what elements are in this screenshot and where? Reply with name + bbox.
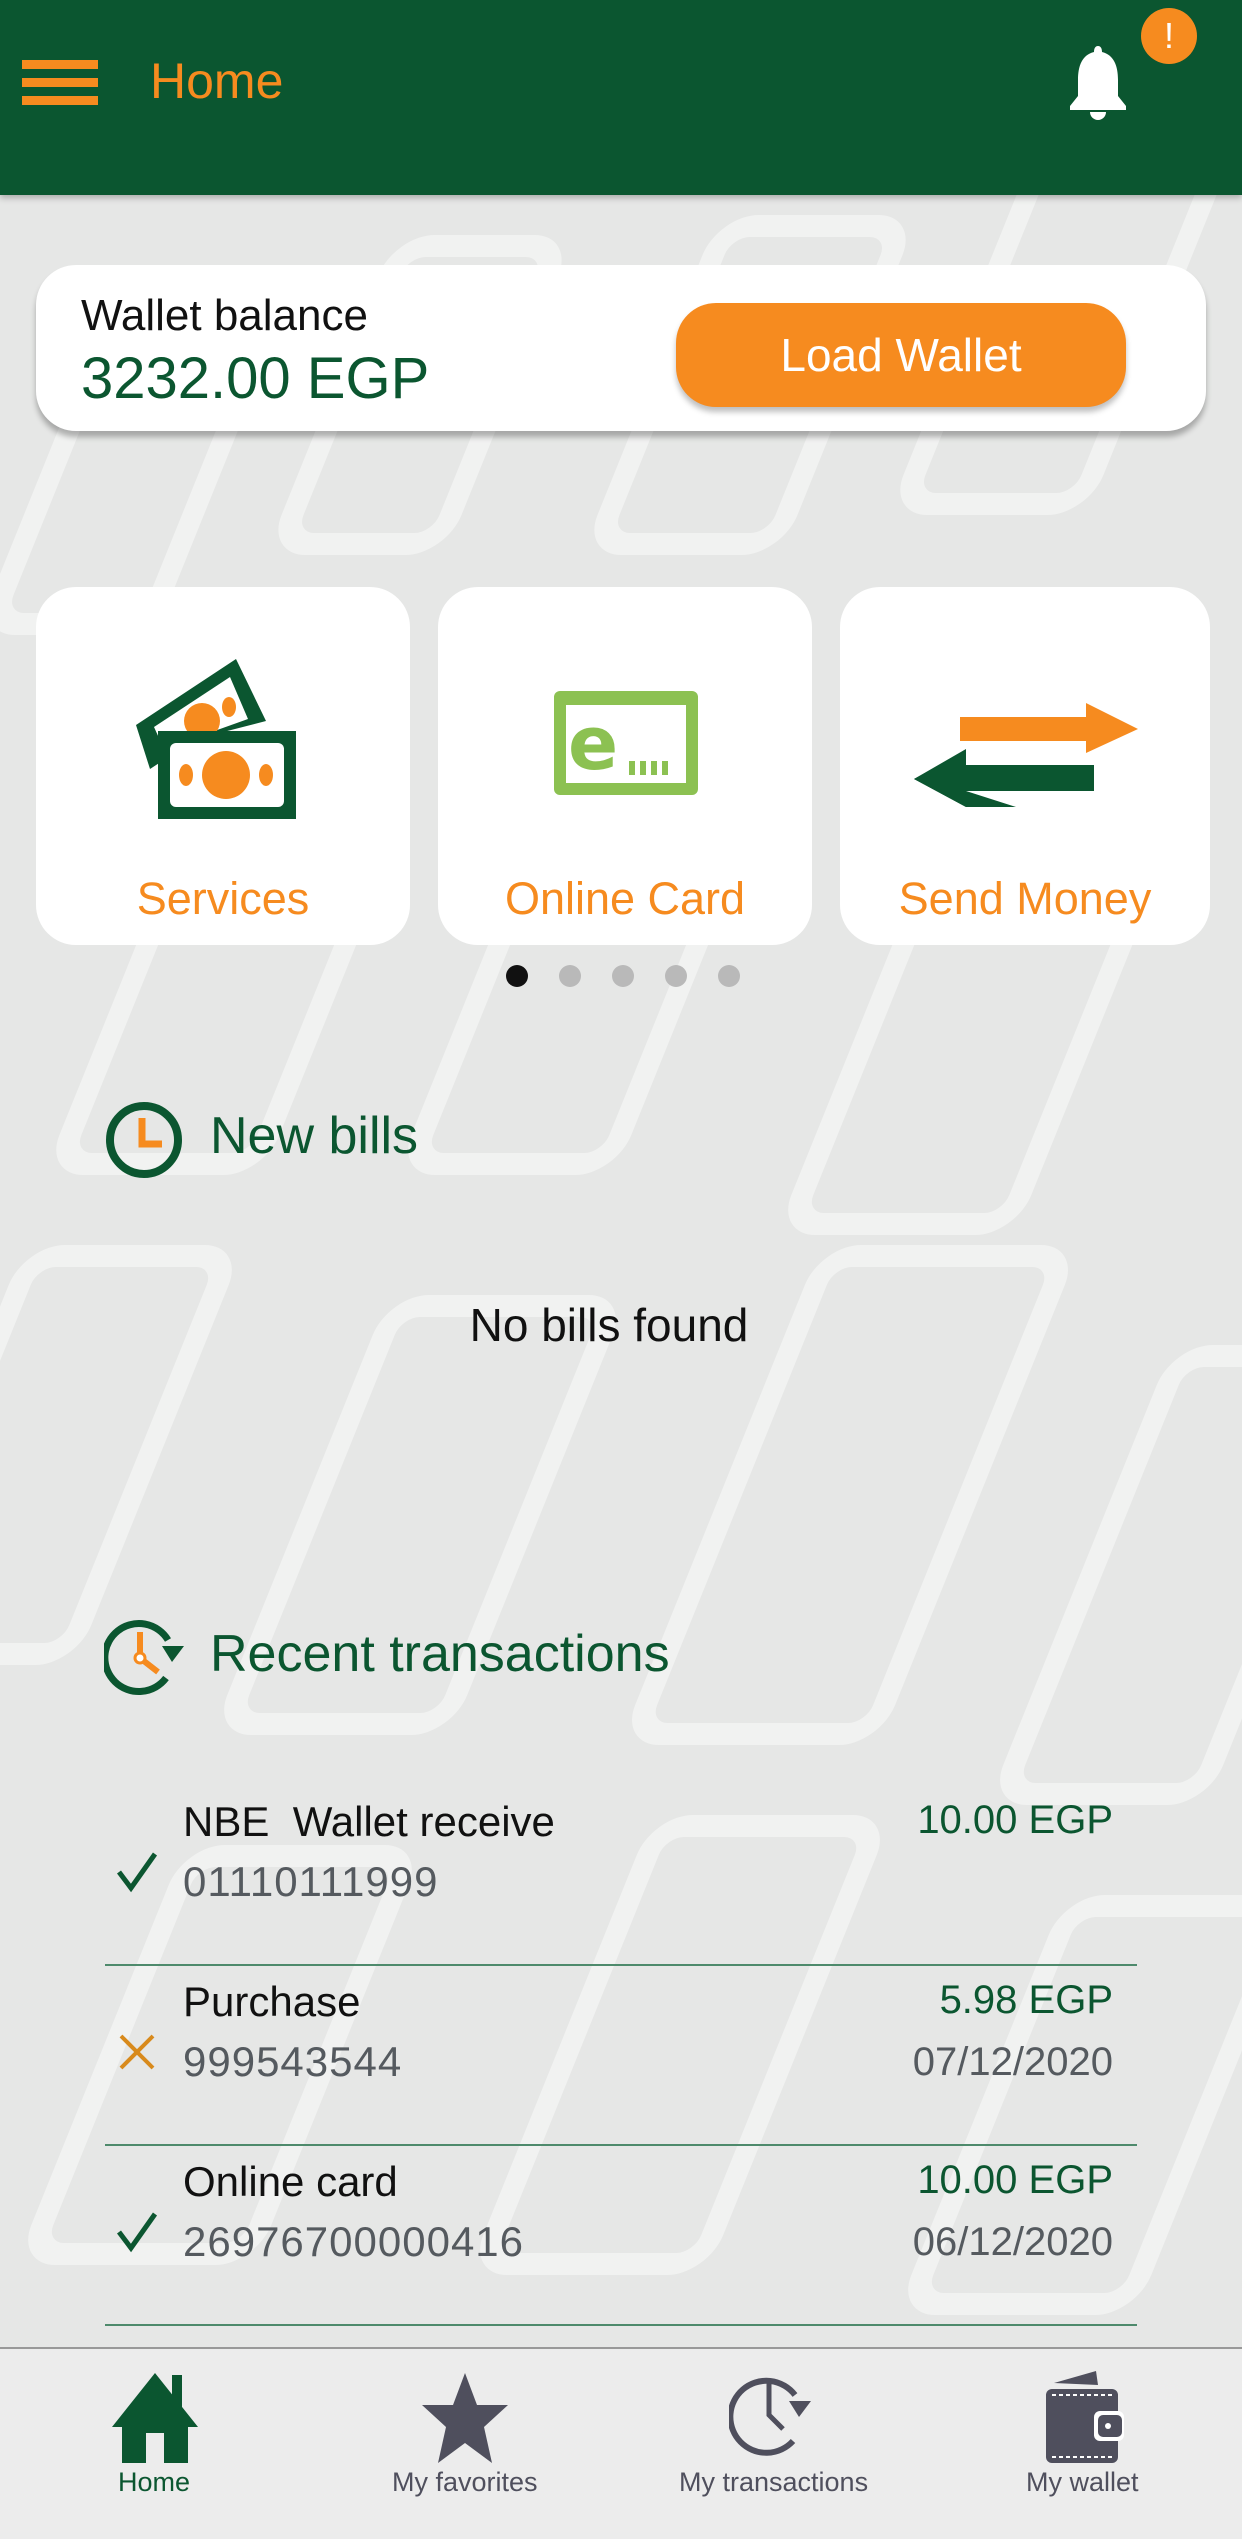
transaction-name: NBE Wallet receive: [183, 1798, 555, 1845]
wallet-balance-card: Wallet balance 3232.00 EGP Load Wallet: [36, 265, 1206, 431]
carousel-dot[interactable]: [506, 965, 528, 987]
transaction-amount: 5.98 EGP: [939, 1978, 1113, 2022]
hamburger-menu-icon[interactable]: [22, 58, 98, 108]
home-icon: [112, 2373, 198, 2463]
transaction-amount: 10.00 EGP: [917, 2158, 1113, 2202]
carousel-dot[interactable]: [612, 965, 634, 987]
transaction-row[interactable]: Online card 26976700000416 10.00 EGP 06/…: [105, 2146, 1137, 2326]
failed-x-icon: [119, 2034, 155, 2070]
carousel-pagination: [506, 965, 740, 987]
tile-label: Online Card: [504, 873, 746, 924]
new-bills-title: New bills: [210, 1107, 419, 1165]
notification-badge[interactable]: !: [1141, 8, 1197, 64]
tile-label: Send Money: [898, 873, 1152, 924]
carousel-dot[interactable]: [665, 965, 687, 987]
tile-label: Services: [136, 873, 310, 924]
transaction-amount: 10.00 EGP: [917, 1798, 1113, 1842]
money-bills-icon: [136, 659, 296, 819]
load-wallet-button[interactable]: Load Wallet: [676, 303, 1126, 407]
transaction-row[interactable]: Purchase 999543544 5.98 EGP 07/12/2020: [105, 1966, 1137, 2146]
transaction-reference: 26976700000416: [183, 2218, 525, 2265]
svg-text:e: e: [568, 701, 618, 787]
nav-my-wallet[interactable]: My wallet: [1020, 2349, 1160, 2539]
no-bills-message: No bills found: [469, 1299, 749, 1351]
nav-label: My transactions: [679, 2467, 869, 2497]
nav-label: My favorites: [392, 2467, 538, 2497]
success-check-icon: [117, 1852, 158, 1893]
bell-icon[interactable]: [1062, 44, 1134, 120]
recent-transactions-title: Recent transactions: [210, 1625, 670, 1683]
carousel-dot[interactable]: [559, 965, 581, 987]
history-clock-icon: [104, 1620, 184, 1695]
transaction-reference: 999543544: [183, 2038, 403, 2085]
transaction-row[interactable]: NBE Wallet receive 01110111999 10.00 EGP: [105, 1786, 1137, 1966]
transaction-list: NBE Wallet receive 01110111999 10.00 EGP…: [105, 1786, 1137, 2326]
transaction-name: Online card: [183, 2158, 398, 2205]
transfer-arrows-icon: [914, 703, 1138, 807]
wallet-balance-label: Wallet balance: [81, 291, 368, 340]
e-card-icon: e: [554, 691, 698, 795]
transaction-date: 06/12/2020: [912, 2220, 1113, 2264]
nav-label: Home: [118, 2467, 191, 2497]
nav-label: My wallet: [1026, 2467, 1139, 2497]
wallet-icon: [1046, 2371, 1124, 2463]
carousel-dot[interactable]: [718, 965, 740, 987]
bottom-navigation: Home My favorites My transactions My wal…: [0, 2347, 1242, 2539]
app-header: Home !: [0, 0, 1242, 195]
history-clock-icon: [729, 2377, 811, 2456]
tile-online-card[interactable]: e Online Card: [438, 587, 812, 945]
clock-icon: [106, 1102, 182, 1178]
success-check-icon: [117, 2212, 158, 2253]
transaction-reference: 01110111999: [183, 1858, 439, 1905]
nav-home[interactable]: Home: [90, 2349, 220, 2539]
nav-my-favorites[interactable]: My favorites: [380, 2349, 550, 2539]
transaction-date: 07/12/2020: [912, 2040, 1113, 2084]
page-title: Home: [150, 53, 284, 109]
tile-send-money[interactable]: Send Money: [840, 587, 1210, 945]
nav-my-transactions[interactable]: My transactions: [675, 2349, 885, 2539]
tile-services[interactable]: Services: [36, 587, 410, 945]
transaction-name: Purchase: [183, 1978, 361, 2025]
wallet-balance-amount: 3232.00 EGP: [81, 346, 430, 411]
star-icon: [422, 2373, 508, 2463]
